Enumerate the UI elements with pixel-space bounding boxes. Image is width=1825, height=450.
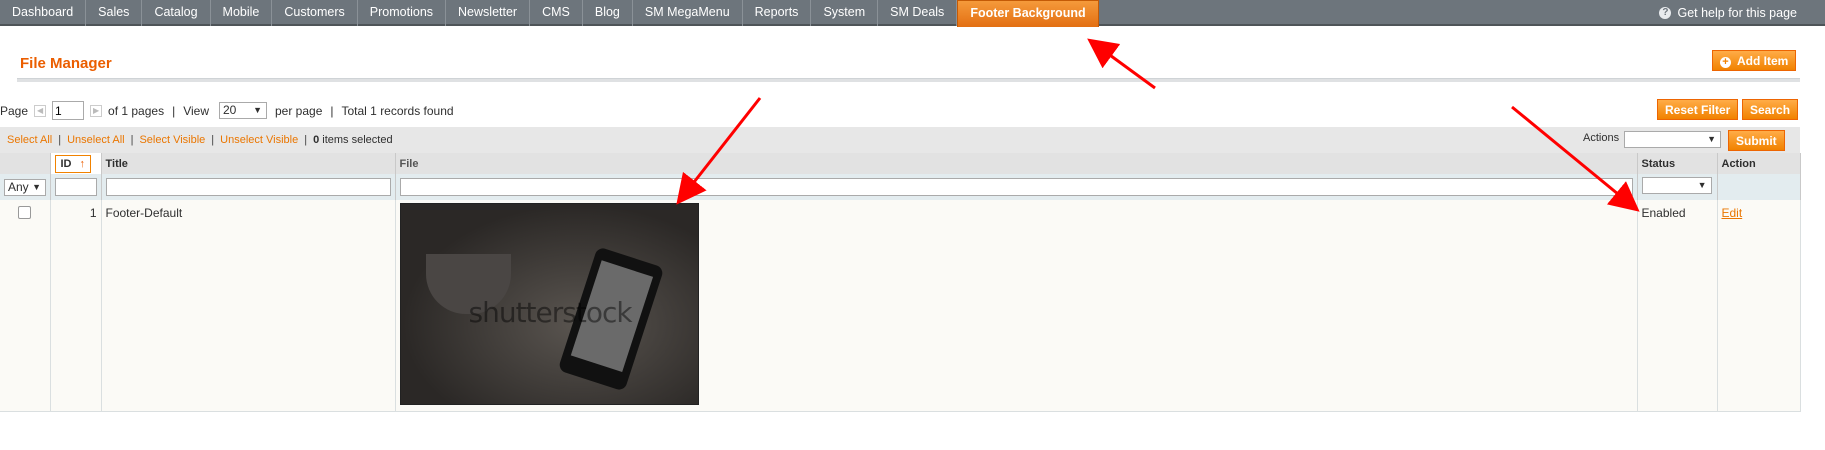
nav-menu: Dashboard Sales Catalog Mobile Customers… xyxy=(0,0,1099,27)
search-button[interactable]: Search xyxy=(1742,99,1799,120)
next-page-icon[interactable]: ▶ xyxy=(90,104,103,117)
actions-label: Actions xyxy=(1583,132,1620,144)
help-link[interactable]: ? Get help for this page xyxy=(1659,0,1797,26)
any-value: Any xyxy=(8,179,29,194)
of-pages-label: of 1 pages xyxy=(108,103,165,118)
file-grid: ID ↑ Title File Status Action Any ▼ ▼ 1 Fo… xyxy=(0,153,1801,412)
view-label: View xyxy=(183,103,209,118)
massaction-filter-cell: Any ▼ xyxy=(0,174,51,200)
title-filter-input[interactable] xyxy=(105,178,391,196)
help-label: Get help for this page xyxy=(1677,5,1797,20)
massaction-column-header xyxy=(0,153,51,174)
pager-separator: | xyxy=(330,103,334,118)
question-icon: ? xyxy=(1659,7,1672,19)
chevron-down-icon: ▼ xyxy=(1707,134,1716,144)
nav-item-footer-background[interactable]: Footer Background xyxy=(957,0,1099,27)
row-checkbox-cell xyxy=(0,200,51,412)
row-file-cell: shutterstock xyxy=(395,200,1638,412)
nav-item-sm-deals[interactable]: SM Deals xyxy=(878,0,958,26)
action-filter-cell xyxy=(1717,174,1801,200)
row-id: 1 xyxy=(50,200,102,412)
status-column-header[interactable]: Status xyxy=(1637,153,1718,174)
row-action-cell: Edit xyxy=(1717,200,1801,412)
row-status: Enabled xyxy=(1637,200,1718,412)
unselect-visible-link[interactable]: Unselect Visible xyxy=(220,134,298,146)
add-item-button[interactable]: + Add Item xyxy=(1712,50,1797,71)
selected-label: items selected xyxy=(322,134,393,146)
massaction-links: Select All | Unselect All | Select Visible | U… xyxy=(7,134,393,146)
id-filter-input[interactable] xyxy=(54,178,97,196)
nav-item-sm-megamenu[interactable]: SM MegaMenu xyxy=(633,0,743,26)
row-checkbox[interactable] xyxy=(18,206,32,219)
pager-separator: | xyxy=(172,103,176,118)
nav-item-catalog[interactable]: Catalog xyxy=(142,0,211,26)
plus-circle-icon: + xyxy=(1720,57,1731,68)
file-column-header[interactable]: File xyxy=(395,153,1638,174)
submit-button[interactable]: Submit xyxy=(1728,130,1785,151)
file-filter-input[interactable] xyxy=(399,178,1633,196)
status-filter-cell: ▼ xyxy=(1637,174,1718,200)
top-nav: Dashboard Sales Catalog Mobile Customers… xyxy=(0,0,1825,27)
nav-item-newsletter[interactable]: Newsletter xyxy=(446,0,531,26)
nav-item-cms[interactable]: CMS xyxy=(530,0,583,26)
unselect-all-link[interactable]: Unselect All xyxy=(67,134,124,146)
title-column-header[interactable]: Title xyxy=(101,153,396,174)
actions-select[interactable]: ▼ xyxy=(1624,131,1721,148)
chevron-down-icon: ▼ xyxy=(32,181,41,192)
nav-item-reports[interactable]: Reports xyxy=(743,0,812,26)
page-label: Page xyxy=(0,103,29,118)
sort-arrow-icon: ↑ xyxy=(79,157,86,170)
per-page-select[interactable]: 20 ▼ xyxy=(219,102,267,119)
id-sort: ID ↑ xyxy=(54,154,91,173)
action-column-header: Action xyxy=(1717,153,1801,174)
nav-item-sales[interactable]: Sales xyxy=(86,0,143,26)
file-filter-cell xyxy=(395,174,1638,200)
row-title: Footer-Default xyxy=(101,200,396,412)
per-page-label: per page xyxy=(275,103,323,118)
massaction-bar: Select All | Unselect All | Select Visible | U… xyxy=(0,127,1800,154)
page-input[interactable] xyxy=(52,101,85,120)
edit-link[interactable]: Edit xyxy=(1722,206,1743,220)
nav-item-mobile[interactable]: Mobile xyxy=(211,0,273,26)
id-filter-cell xyxy=(50,174,102,200)
selected-count: 0 xyxy=(313,134,320,146)
massaction-filter-select[interactable]: Any ▼ xyxy=(4,178,46,196)
id-header-label: ID xyxy=(60,157,72,170)
per-page-value: 20 xyxy=(223,103,237,117)
add-item-label: Add Item xyxy=(1737,54,1789,68)
header-divider xyxy=(17,78,1800,82)
select-all-link[interactable]: Select All xyxy=(7,134,52,146)
select-visible-link[interactable]: Select Visible xyxy=(139,134,205,146)
nav-item-system[interactable]: System xyxy=(811,0,879,26)
pager: Page ◀ ▶ of 1 pages | View 20▼ per page … xyxy=(0,101,454,120)
nav-item-blog[interactable]: Blog xyxy=(583,0,633,26)
status-filter-select[interactable]: ▼ xyxy=(1641,177,1712,194)
watermark-text: shutterstock xyxy=(468,296,633,329)
id-column-header[interactable]: ID ↑ xyxy=(50,153,102,174)
page-title: File Manager xyxy=(20,55,112,72)
prev-page-icon[interactable]: ◀ xyxy=(34,104,47,117)
nav-item-dashboard[interactable]: Dashboard xyxy=(0,0,87,26)
file-thumbnail-image: shutterstock xyxy=(399,203,699,405)
grid-header-row: ID ↑ Title File Status Action xyxy=(0,153,1801,174)
nav-item-customers[interactable]: Customers xyxy=(272,0,358,26)
nav-item-promotions[interactable]: Promotions xyxy=(358,0,447,26)
reset-filter-button[interactable]: Reset Filter xyxy=(1657,99,1739,120)
grid-filter-row: Any ▼ ▼ xyxy=(0,174,1801,200)
total-records: Total 1 records found xyxy=(341,103,454,118)
chevron-down-icon: ▼ xyxy=(253,105,262,115)
title-filter-cell xyxy=(101,174,396,200)
chevron-down-icon: ▼ xyxy=(1697,180,1707,190)
table-row[interactable]: 1 Footer-Default shutterstock Enabled Ed… xyxy=(0,200,1801,412)
